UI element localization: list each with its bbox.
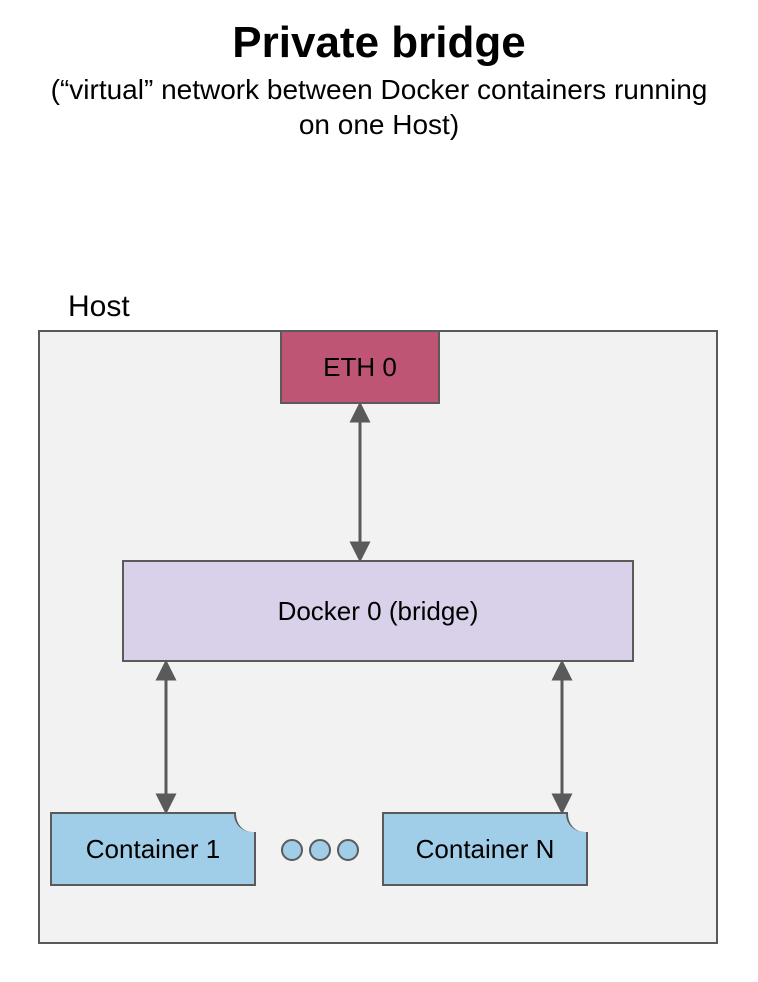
diagram-subtitle: (“virtual” network between Docker contai…	[0, 72, 758, 142]
docker-bridge-label: Docker 0 (bridge)	[278, 596, 479, 627]
container-n-node: Container N	[382, 812, 588, 886]
container-1-node: Container 1	[50, 812, 256, 886]
eth0-node: ETH 0	[280, 330, 440, 404]
arrow-bridge-container1	[164, 662, 168, 812]
arrow-eth-bridge	[358, 404, 362, 560]
eth0-label: ETH 0	[323, 352, 397, 383]
arrow-bridge-containerN	[560, 662, 564, 812]
diagram-title: Private bridge	[0, 18, 758, 68]
docker-bridge-node: Docker 0 (bridge)	[122, 560, 634, 662]
ellipsis-icon	[270, 830, 370, 870]
container-1-label: Container 1	[86, 834, 220, 865]
container-n-label: Container N	[416, 834, 555, 865]
host-label: Host	[68, 290, 130, 324]
